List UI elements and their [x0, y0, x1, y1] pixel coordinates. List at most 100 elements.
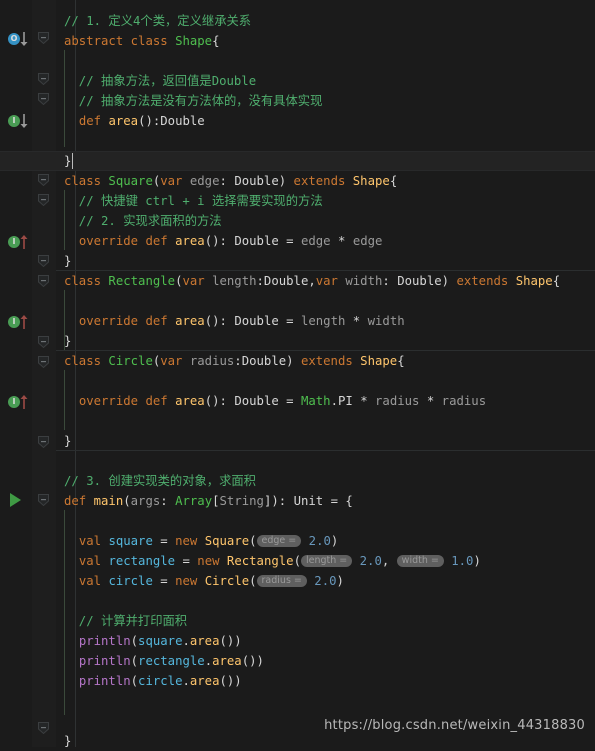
- code-line[interactable]: }: [56, 431, 71, 451]
- fold-toggle-icon[interactable]: [37, 72, 50, 86]
- code-token: class: [130, 34, 176, 48]
- fold-toggle-icon[interactable]: [37, 152, 50, 166]
- code-line[interactable]: [56, 451, 64, 471]
- parameter-hint-chip[interactable]: width =: [396, 555, 444, 567]
- code-token: {: [212, 34, 220, 48]
- override-marker-green-1[interactable]: I: [8, 113, 32, 129]
- code-token: area: [175, 234, 205, 248]
- code-line[interactable]: override def area(): Double = length * w…: [56, 311, 405, 331]
- code-token: }: [64, 734, 72, 748]
- code-token: .: [182, 674, 190, 688]
- code-token: new: [175, 534, 205, 548]
- code-line[interactable]: // 3. 创建实现类的对象，求面积: [56, 471, 256, 491]
- code-line[interactable]: [56, 51, 64, 71]
- code-line[interactable]: // 抽象方法是没有方法体的，没有具体实现: [56, 91, 323, 111]
- arrow-up-icon: [19, 314, 29, 334]
- code-line[interactable]: println(square.area()): [56, 631, 242, 651]
- code-token: 1.0: [451, 554, 474, 568]
- code-line[interactable]: class Square(var edge: Double) extends S…: [56, 171, 397, 191]
- fold-toggle-icon[interactable]: [37, 31, 50, 45]
- code-line[interactable]: abstract class Shape{: [56, 31, 220, 51]
- code-editor[interactable]: O I I I I // 1. 定义4个类，定义继承关系 abstract class S…: [0, 0, 595, 748]
- code-token: ,: [308, 274, 316, 288]
- code-line[interactable]: println(rectangle.area()): [56, 651, 264, 671]
- code-line[interactable]: [56, 511, 64, 531]
- code-line[interactable]: }: [56, 251, 71, 271]
- editor-fold-gutter[interactable]: [32, 0, 76, 747]
- code-line[interactable]: // 2. 实现求面积的方法: [56, 211, 222, 231]
- implemented-marker-2[interactable]: I: [8, 314, 32, 330]
- code-line[interactable]: override def area(): Double = edge * edg…: [56, 231, 383, 251]
- code-token: def: [78, 114, 109, 128]
- code-line[interactable]: [56, 711, 64, 731]
- code-token: (: [123, 494, 131, 508]
- fold-toggle-icon[interactable]: [37, 435, 50, 449]
- parameter-hint-chip[interactable]: length =: [300, 555, 353, 567]
- code-line[interactable]: [56, 131, 64, 151]
- fold-toggle-icon[interactable]: [37, 193, 50, 207]
- fold-toggle-icon[interactable]: [37, 493, 50, 507]
- arrow-up-icon: [19, 394, 29, 414]
- code-line[interactable]: [56, 371, 64, 391]
- code-token: (): [204, 394, 220, 408]
- code-line[interactable]: }: [56, 331, 71, 351]
- code-token: val: [78, 574, 109, 588]
- code-token: (): [204, 314, 220, 328]
- implemented-marker-1[interactable]: I: [8, 234, 32, 250]
- code-line[interactable]: def area():Double: [56, 111, 205, 131]
- fold-toggle-icon[interactable]: [37, 173, 50, 187]
- code-token: println: [78, 654, 131, 668]
- code-token: :: [278, 494, 294, 508]
- code-token: =: [286, 314, 301, 328]
- fold-toggle-icon[interactable]: [37, 92, 50, 106]
- code-line[interactable]: }: [56, 151, 71, 171]
- code-line[interactable]: println(circle.area()): [56, 671, 242, 691]
- code-token: *: [352, 314, 368, 328]
- code-token: :: [219, 314, 235, 328]
- code-token: {: [552, 274, 561, 288]
- code-line[interactable]: val rectangle = new Rectangle(length = 2…: [56, 551, 481, 571]
- code-line[interactable]: // 1. 定义4个类，定义继承关系: [56, 11, 251, 31]
- code-line[interactable]: def main(args: Array[String]): Unit = {: [56, 491, 353, 511]
- code-token: width: [345, 274, 383, 288]
- fold-toggle-icon[interactable]: [37, 335, 50, 349]
- code-token: }: [64, 334, 72, 348]
- code-line[interactable]: // 抽象方法，返回值是Double: [56, 71, 256, 91]
- code-token: *: [426, 394, 442, 408]
- code-line[interactable]: [56, 411, 64, 431]
- run-main-icon[interactable]: [10, 493, 21, 507]
- code-line[interactable]: override def area(): Double = Math.PI * …: [56, 391, 486, 411]
- code-token: class: [64, 274, 109, 288]
- fold-toggle-icon[interactable]: [37, 355, 50, 369]
- code-line[interactable]: // 计算并打印面积: [56, 611, 187, 631]
- code-token: ()): [219, 634, 242, 648]
- code-line[interactable]: class Rectangle(var length:Double,var wi…: [56, 271, 560, 291]
- code-token: Shape: [175, 34, 213, 48]
- code-token: area: [189, 634, 220, 648]
- code-line[interactable]: val square = new Square(edge = 2.0): [56, 531, 338, 551]
- code-line[interactable]: }: [56, 731, 71, 751]
- code-token: Square: [108, 174, 153, 188]
- code-token: Double: [263, 274, 309, 288]
- code-line[interactable]: class Circle(var radius:Double) extends …: [56, 351, 405, 371]
- fold-toggle-icon[interactable]: [37, 721, 50, 735]
- override-marker-blue[interactable]: O: [8, 31, 32, 47]
- code-line[interactable]: [56, 691, 64, 711]
- code-line[interactable]: // 快捷键 ctrl + i 选择需要实现的方法: [56, 191, 323, 211]
- code-line[interactable]: [56, 291, 64, 311]
- code-token: extends: [293, 174, 353, 188]
- code-line[interactable]: val circle = new Circle(radius = 2.0): [56, 571, 344, 591]
- code-content[interactable]: // 1. 定义4个类，定义继承关系 abstract class Shape{ …: [56, 0, 595, 748]
- fold-toggle-icon[interactable]: [37, 254, 50, 268]
- implemented-marker-3[interactable]: I: [8, 394, 32, 410]
- code-line[interactable]: [56, 591, 64, 611]
- fold-toggle-icon[interactable]: [37, 274, 50, 288]
- parameter-hint-chip[interactable]: edge =: [256, 535, 302, 547]
- code-token: override: [78, 394, 146, 408]
- parameter-hint-chip[interactable]: radius =: [256, 575, 307, 587]
- code-token: rectangle: [138, 654, 205, 668]
- code-token: area: [189, 674, 220, 688]
